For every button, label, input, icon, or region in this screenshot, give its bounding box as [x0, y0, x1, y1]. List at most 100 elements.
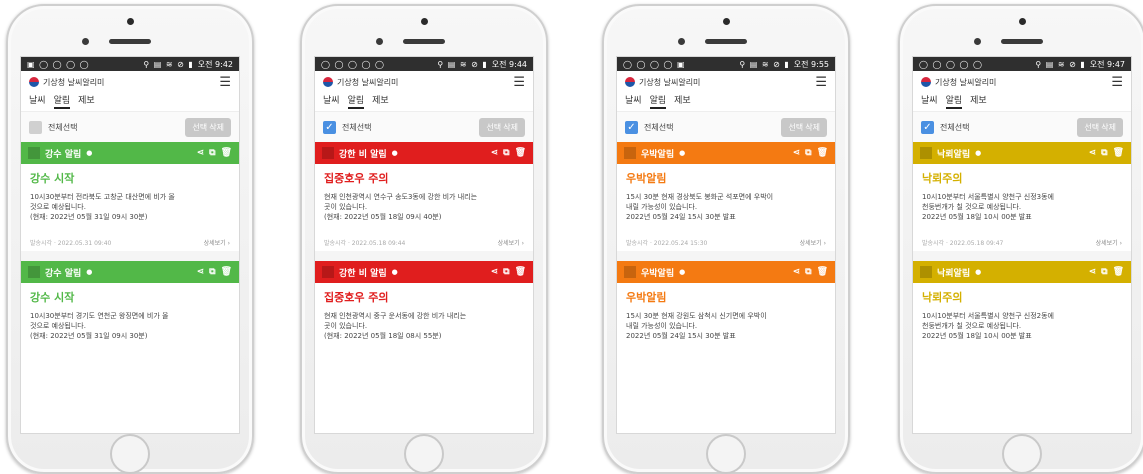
home-button[interactable]: [404, 434, 444, 474]
alert-card[interactable]: 집중호우 주의 현재 인천광역시 연수구 송도3동에 강한 비가 내리는 곳이 …: [315, 164, 533, 251]
trash-icon[interactable]: 🗑: [1113, 267, 1124, 277]
tab-alerts[interactable]: 알림: [649, 93, 667, 109]
alert-checkbox[interactable]: [28, 147, 40, 159]
delete-selected-button[interactable]: 선택 삭제: [1077, 117, 1123, 137]
tab-weather[interactable]: 날씨: [921, 93, 938, 106]
select-all-checkbox[interactable]: ✓: [323, 120, 336, 134]
tab-report[interactable]: 제보: [674, 93, 691, 106]
alert-header: 낙뢰알림 ● ⋖ ⧉ 🗑: [913, 261, 1131, 283]
status-right: ⚲ ▤ ≋ ⊘ ▮ 오전 9:55: [739, 59, 829, 70]
alert-body-line: (현재: 2022년 05월 31일 09시 30분): [30, 332, 148, 340]
share-icon[interactable]: ⋖: [197, 148, 205, 158]
tab-weather[interactable]: 날씨: [323, 93, 340, 106]
alert-checkbox[interactable]: [322, 147, 334, 159]
share-icon[interactable]: ⋖: [793, 148, 801, 158]
share-icon[interactable]: ⋖: [1089, 148, 1097, 158]
detail-link[interactable]: 상세보기 ›: [498, 238, 524, 247]
alert-card[interactable]: 낙뢰주의 10시10분부터 서울특별시 양천구 신정2동에 천둥번개가 칠 것으…: [913, 283, 1131, 345]
trash-icon[interactable]: 🗑: [1113, 148, 1124, 158]
delete-selected-button[interactable]: 선택 삭제: [781, 117, 827, 137]
alert-checkbox[interactable]: [322, 266, 334, 278]
front-camera: [1019, 18, 1026, 25]
hamburger-menu-icon[interactable]: ☰: [219, 75, 231, 90]
tab-report[interactable]: 제보: [78, 93, 95, 106]
select-all-checkbox[interactable]: [29, 120, 42, 134]
alert-checkbox[interactable]: [624, 266, 636, 278]
home-button[interactable]: [110, 434, 150, 474]
alert-card[interactable]: 강수 시작 10시30분부터 전라북도 고창군 대산면에 비가 올 것으로 예상…: [21, 164, 239, 251]
alert-card[interactable]: 낙뢰주의 10시10분부터 서울특별시 양천구 신정3동에 천둥번개가 칠 것으…: [913, 164, 1131, 251]
trash-icon[interactable]: 🗑: [221, 148, 232, 158]
open-external-icon[interactable]: ⧉: [503, 148, 509, 158]
open-external-icon[interactable]: ⧉: [1101, 148, 1107, 158]
select-all-control[interactable]: ✓ 전체선택: [921, 120, 970, 134]
alert-checkbox[interactable]: [920, 266, 932, 278]
share-icon[interactable]: ⋖: [197, 267, 205, 277]
home-button[interactable]: [706, 434, 746, 474]
trash-icon[interactable]: 🗑: [515, 148, 526, 158]
select-all-label: 전체선택: [48, 122, 78, 132]
alert-body: 현재 인천광역시 연수구 송도3동에 강한 비가 내리는 곳이 있습니다. (현…: [324, 192, 524, 222]
select-all-checkbox[interactable]: ✓: [625, 120, 638, 134]
earpiece-speaker: [109, 39, 151, 44]
open-external-icon[interactable]: ⧉: [209, 148, 215, 158]
hamburger-menu-icon[interactable]: ☰: [815, 75, 827, 90]
alert-checkbox[interactable]: [624, 147, 636, 159]
alert-item: 우박알림 ● ⋖ ⧉ 🗑 우박알림 15시 30분 현재 강원도 삼척시 신기면…: [617, 261, 835, 345]
share-icon[interactable]: ⋖: [491, 267, 499, 277]
detail-link[interactable]: 상세보기 ›: [800, 238, 826, 247]
status-bar: ◯ ◯ ◯ ◯ ◯ ⚲ ▤ ≋ ⊘ ▮ 오전 9:44: [315, 57, 533, 71]
front-camera: [127, 18, 134, 25]
alert-body-line: 천둥번개가 칠 것으로 예상됩니다.: [922, 322, 1022, 330]
trash-icon[interactable]: 🗑: [221, 267, 232, 277]
open-external-icon[interactable]: ⧉: [209, 267, 215, 277]
alert-list: 강한 비 알림 ● ⋖ ⧉ 🗑 집중호우 주의 현재 인천광역시 연수구 송도3…: [315, 142, 533, 345]
tab-report[interactable]: 제보: [970, 93, 987, 106]
alert-item: 강수 알림 ● ⋖ ⧉ 🗑 강수 시작 10시30분부터 경기도 연천군 왕징면…: [21, 261, 239, 345]
open-external-icon[interactable]: ⧉: [1101, 267, 1107, 277]
open-external-icon[interactable]: ⧉: [805, 267, 811, 277]
trash-icon[interactable]: 🗑: [817, 148, 828, 158]
detail-link[interactable]: 상세보기 ›: [204, 238, 230, 247]
alert-checkbox[interactable]: [28, 266, 40, 278]
alert-type-label: 강수 알림: [45, 268, 82, 279]
alert-card[interactable]: 집중호우 주의 현재 인천광역시 중구 운서동에 강한 비가 내리는 곳이 있습…: [315, 283, 533, 345]
tab-weather[interactable]: 날씨: [625, 93, 642, 106]
home-button[interactable]: [1002, 434, 1042, 474]
trash-icon[interactable]: 🗑: [515, 267, 526, 277]
tab-weather[interactable]: 날씨: [29, 93, 46, 106]
trash-icon[interactable]: 🗑: [817, 267, 828, 277]
share-icon[interactable]: ⋖: [793, 267, 801, 277]
select-all-control[interactable]: 전체선택: [29, 120, 78, 134]
taegeuk-logo-icon: [323, 77, 333, 87]
hamburger-menu-icon[interactable]: ☰: [513, 75, 525, 90]
tab-alerts[interactable]: 알림: [53, 93, 71, 109]
delete-selected-button[interactable]: 선택 삭제: [185, 117, 231, 137]
alert-checkbox[interactable]: [920, 147, 932, 159]
alert-body-line: 것으로 예상됩니다.: [30, 203, 86, 211]
select-all-control[interactable]: ✓ 전체선택: [625, 120, 673, 134]
alert-card[interactable]: 강수 시작 10시30분부터 경기도 연천군 왕징면에 비가 올 것으로 예상됩…: [21, 283, 239, 345]
share-icon[interactable]: ⋖: [1089, 267, 1097, 277]
open-external-icon[interactable]: ⧉: [805, 148, 811, 158]
tab-alerts[interactable]: 알림: [945, 93, 963, 109]
status-right: ⚲ ▤ ≋ ⊘ ▮ 오전 9:42: [143, 59, 233, 70]
open-external-icon[interactable]: ⧉: [503, 267, 509, 277]
app-screen: ◯ ◯ ◯ ◯ ◯ ⚲ ▤ ≋ ⊘ ▮ 오전 9:47 기상청 날씨알리미 ☰ …: [912, 56, 1132, 434]
delete-selected-button[interactable]: 선택 삭제: [479, 117, 525, 137]
select-all-control[interactable]: ✓ 전체선택: [323, 120, 371, 134]
select-all-checkbox[interactable]: ✓: [921, 120, 934, 134]
alert-card[interactable]: 우박알림 15시 30분 현재 강원도 삼척시 신기면에 우박이 내릴 가능성이…: [617, 283, 835, 345]
alert-body-line: 내릴 가능성이 있습니다.: [626, 322, 698, 330]
tab-report[interactable]: 제보: [372, 93, 389, 106]
sent-time: 발송시각 · 2022.05.31 09:40: [30, 240, 112, 247]
tab-alerts[interactable]: 알림: [347, 93, 365, 109]
front-camera: [723, 18, 730, 25]
alert-separator: [21, 251, 239, 261]
alert-card[interactable]: 우박알림 15시 30분 현재 경상북도 봉화군 석포면에 우박이 내릴 가능성…: [617, 164, 835, 251]
detail-link[interactable]: 상세보기 ›: [1096, 238, 1122, 247]
alert-type-label: 강수 알림: [45, 149, 82, 160]
share-icon[interactable]: ⋖: [491, 148, 499, 158]
select-all-label: 전체선택: [940, 122, 970, 132]
hamburger-menu-icon[interactable]: ☰: [1111, 75, 1123, 90]
